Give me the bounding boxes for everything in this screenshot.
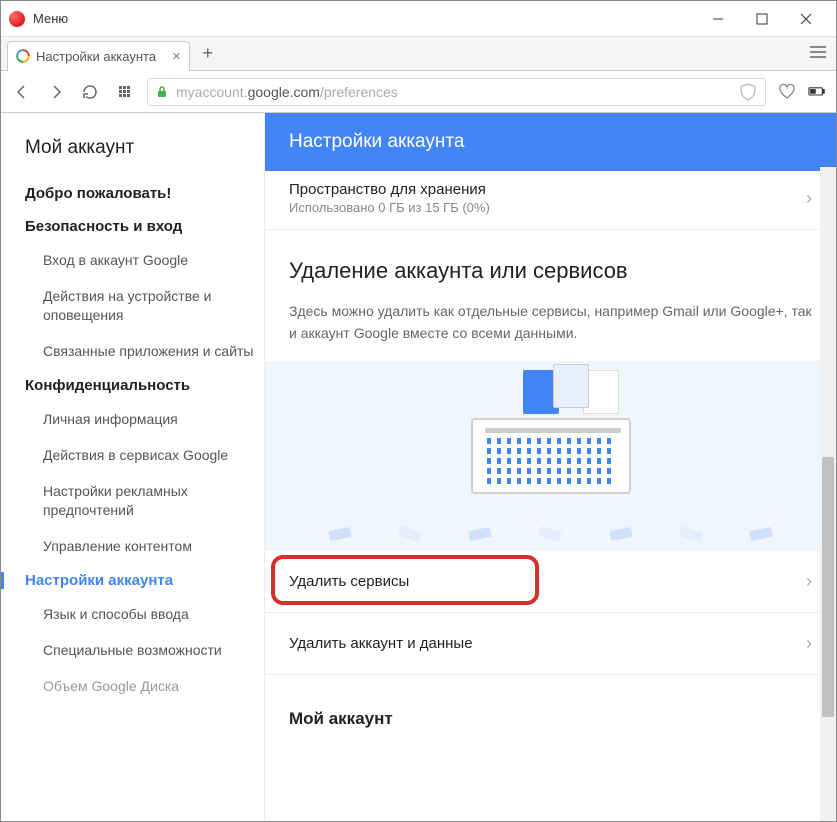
tab-menu-icon[interactable] — [810, 45, 826, 63]
delete-section-desc: Здесь можно удалить как отдельные сервис… — [289, 300, 812, 345]
sidebar-item[interactable]: Настройки рекламных предпочтений — [25, 482, 264, 521]
sidebar-item[interactable]: Объем Google Диска — [25, 677, 264, 697]
storage-row[interactable]: Пространство для хранения Использовано 0… — [265, 171, 836, 230]
sidebar-title: Мой аккаунт — [25, 137, 264, 159]
sidebar-item[interactable]: Вход в аккаунт Google — [25, 251, 264, 271]
sidebar-item[interactable]: Связанные приложения и сайты — [25, 342, 264, 362]
maximize-button[interactable] — [740, 1, 784, 37]
minimize-button[interactable] — [696, 1, 740, 37]
lock-icon — [156, 86, 168, 98]
address-bar[interactable]: myaccount.google.com/preferences — [147, 78, 766, 106]
storage-subtitle: Использовано 0 ГБ из 15 ГБ (0%) — [289, 200, 490, 215]
sidebar-item[interactable]: Специальные возможности — [25, 641, 264, 661]
chevron-right-icon: › — [806, 633, 812, 654]
google-favicon-icon — [16, 49, 30, 63]
forward-button[interactable] — [45, 81, 67, 103]
scrollbar[interactable] — [820, 167, 836, 821]
speed-dial-button[interactable] — [113, 81, 135, 103]
delete-account-label: Удалить аккаунт и данные — [289, 635, 473, 652]
scrollbar-thumb[interactable] — [822, 457, 834, 717]
my-account-section: Мой аккаунт — [265, 675, 836, 743]
back-button[interactable] — [11, 81, 33, 103]
page-title: Настройки аккаунта — [265, 113, 836, 171]
battery-icon[interactable] — [808, 83, 826, 101]
sidebar-item[interactable]: Управление контентом — [25, 537, 264, 557]
menu-button[interactable]: Меню — [33, 11, 68, 26]
close-button[interactable] — [784, 1, 828, 37]
storage-title: Пространство для хранения — [289, 181, 490, 198]
delete-services-label: Удалить сервисы — [289, 573, 409, 590]
chevron-right-icon: › — [806, 571, 812, 592]
sidebar-section-welcome[interactable]: Добро пожаловать! — [25, 185, 264, 202]
tab-close-icon[interactable]: × — [172, 48, 181, 65]
sidebar-item[interactable]: Действия на устройстве и оповещения — [25, 287, 264, 326]
sidebar-item[interactable]: Язык и способы ввода — [25, 605, 264, 625]
sidebar-section-security[interactable]: Безопасность и вход — [25, 218, 264, 235]
address-text: myaccount.google.com/preferences — [176, 84, 398, 100]
sidebar-section-account-settings[interactable]: Настройки аккаунта — [1, 572, 264, 589]
sidebar-item[interactable]: Действия в сервисах Google — [25, 446, 264, 466]
reload-button[interactable] — [79, 81, 101, 103]
sidebar-section-privacy[interactable]: Конфиденциальность — [25, 377, 264, 394]
delete-section-title: Удаление аккаунта или сервисов — [289, 258, 812, 284]
delete-account-row[interactable]: Удалить аккаунт и данные › — [265, 613, 836, 675]
delete-services-row[interactable]: Удалить сервисы › — [265, 551, 836, 613]
new-tab-button[interactable]: + — [194, 40, 222, 68]
tab-title: Настройки аккаунта — [36, 49, 156, 64]
sidebar-item[interactable]: Личная информация — [25, 410, 264, 430]
shield-icon[interactable] — [739, 83, 757, 101]
shredder-illustration — [265, 361, 836, 551]
opera-logo-icon — [9, 11, 25, 27]
heart-icon[interactable] — [778, 83, 796, 101]
tab-active[interactable]: Настройки аккаунта × — [7, 41, 190, 71]
chevron-right-icon: › — [806, 188, 812, 209]
